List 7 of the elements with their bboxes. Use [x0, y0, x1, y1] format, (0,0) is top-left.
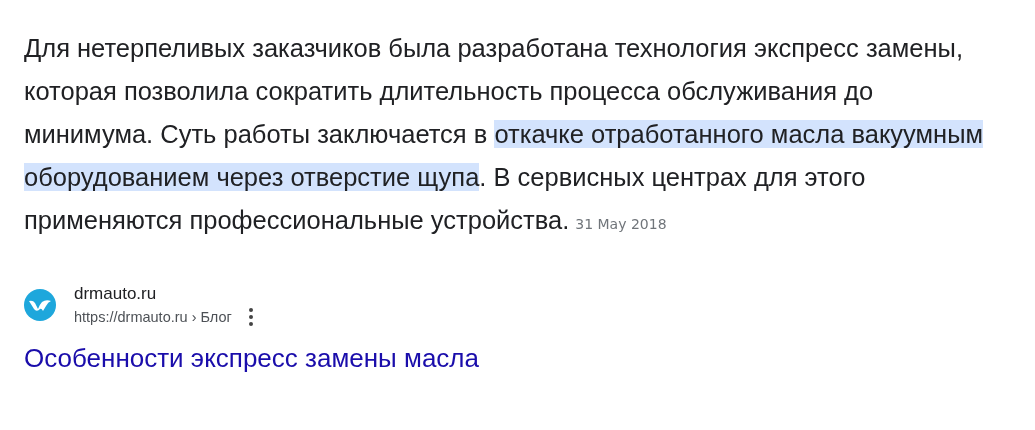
site-name[interactable]: drmauto.ru — [74, 282, 254, 306]
site-logo-icon — [24, 289, 56, 321]
site-url[interactable]: https://drmauto.ru › Блог — [74, 306, 232, 328]
more-options-icon[interactable] — [247, 307, 254, 327]
result-title-link[interactable]: Особенности экспресс замены масла — [24, 340, 479, 376]
snippet-text: Для нетерпеливых заказчиков была разработана технология экспресс замены, которая позволила сократить длительность процесса обслуживания до минимума. Суть работы заключается в откачке отработанного масла вакуумным оборудованием через отверстие щупа. В сервисных центрах для этого применяются профессиональные устройства. 31 May 2018 — [24, 33, 984, 236]
snippet-date: 31 May 2018 — [575, 216, 667, 232]
